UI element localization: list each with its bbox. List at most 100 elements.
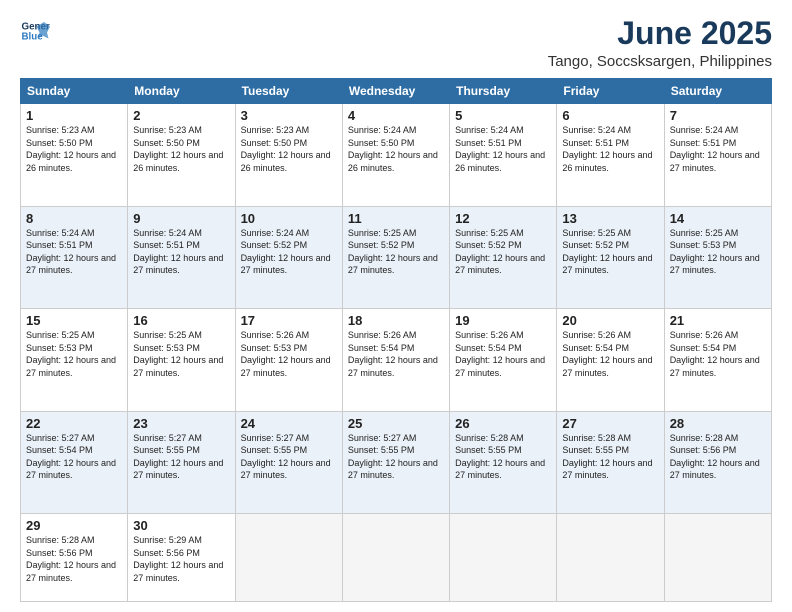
- day-info: Sunrise: 5:25 AMSunset: 5:53 PMDaylight:…: [26, 330, 116, 378]
- day-info: Sunrise: 5:28 AMSunset: 5:55 PMDaylight:…: [562, 433, 652, 481]
- day-info: Sunrise: 5:25 AMSunset: 5:53 PMDaylight:…: [670, 228, 760, 276]
- calendar-cell: 22 Sunrise: 5:27 AMSunset: 5:54 PMDaylig…: [21, 411, 128, 514]
- day-number: 6: [562, 108, 658, 123]
- header-friday: Friday: [557, 79, 664, 104]
- day-info: Sunrise: 5:24 AMSunset: 5:51 PMDaylight:…: [26, 228, 116, 276]
- day-info: Sunrise: 5:24 AMSunset: 5:51 PMDaylight:…: [670, 125, 760, 173]
- calendar-cell: 24 Sunrise: 5:27 AMSunset: 5:55 PMDaylig…: [235, 411, 342, 514]
- day-info: Sunrise: 5:24 AMSunset: 5:51 PMDaylight:…: [562, 125, 652, 173]
- day-info: Sunrise: 5:24 AMSunset: 5:51 PMDaylight:…: [133, 228, 223, 276]
- day-info: Sunrise: 5:27 AMSunset: 5:55 PMDaylight:…: [133, 433, 223, 481]
- calendar-cell: 21 Sunrise: 5:26 AMSunset: 5:54 PMDaylig…: [664, 309, 771, 412]
- day-info: Sunrise: 5:23 AMSunset: 5:50 PMDaylight:…: [26, 125, 116, 173]
- header-thursday: Thursday: [450, 79, 557, 104]
- calendar-cell: 25 Sunrise: 5:27 AMSunset: 5:55 PMDaylig…: [342, 411, 449, 514]
- calendar-cell: [235, 514, 342, 602]
- calendar-cell: [557, 514, 664, 602]
- header-monday: Monday: [128, 79, 235, 104]
- day-info: Sunrise: 5:25 AMSunset: 5:52 PMDaylight:…: [348, 228, 438, 276]
- header-saturday: Saturday: [664, 79, 771, 104]
- day-number: 26: [455, 416, 551, 431]
- day-info: Sunrise: 5:28 AMSunset: 5:55 PMDaylight:…: [455, 433, 545, 481]
- calendar-cell: 6 Sunrise: 5:24 AMSunset: 5:51 PMDayligh…: [557, 104, 664, 207]
- day-number: 18: [348, 313, 444, 328]
- day-info: Sunrise: 5:28 AMSunset: 5:56 PMDaylight:…: [26, 535, 116, 583]
- day-info: Sunrise: 5:24 AMSunset: 5:51 PMDaylight:…: [455, 125, 545, 173]
- calendar-cell: 27 Sunrise: 5:28 AMSunset: 5:55 PMDaylig…: [557, 411, 664, 514]
- subtitle: Tango, Soccsksargen, Philippines: [548, 53, 772, 70]
- calendar-cell: 13 Sunrise: 5:25 AMSunset: 5:52 PMDaylig…: [557, 206, 664, 309]
- day-info: Sunrise: 5:24 AMSunset: 5:52 PMDaylight:…: [241, 228, 331, 276]
- day-number: 7: [670, 108, 766, 123]
- calendar-cell: 18 Sunrise: 5:26 AMSunset: 5:54 PMDaylig…: [342, 309, 449, 412]
- calendar-cell: 2 Sunrise: 5:23 AMSunset: 5:50 PMDayligh…: [128, 104, 235, 207]
- calendar-cell: 29 Sunrise: 5:28 AMSunset: 5:56 PMDaylig…: [21, 514, 128, 602]
- day-number: 13: [562, 211, 658, 226]
- day-number: 3: [241, 108, 337, 123]
- day-number: 17: [241, 313, 337, 328]
- day-info: Sunrise: 5:26 AMSunset: 5:54 PMDaylight:…: [670, 330, 760, 378]
- day-number: 5: [455, 108, 551, 123]
- header: General Blue June 2025 Tango, Soccsksarg…: [20, 16, 772, 70]
- day-number: 9: [133, 211, 229, 226]
- header-wednesday: Wednesday: [342, 79, 449, 104]
- calendar-cell: 8 Sunrise: 5:24 AMSunset: 5:51 PMDayligh…: [21, 206, 128, 309]
- day-number: 21: [670, 313, 766, 328]
- calendar-cell: 26 Sunrise: 5:28 AMSunset: 5:55 PMDaylig…: [450, 411, 557, 514]
- weekday-header-row: Sunday Monday Tuesday Wednesday Thursday…: [21, 79, 772, 104]
- day-number: 29: [26, 518, 122, 533]
- calendar-week-row: 29 Sunrise: 5:28 AMSunset: 5:56 PMDaylig…: [21, 514, 772, 602]
- calendar-cell: 5 Sunrise: 5:24 AMSunset: 5:51 PMDayligh…: [450, 104, 557, 207]
- day-number: 25: [348, 416, 444, 431]
- day-number: 11: [348, 211, 444, 226]
- day-number: 23: [133, 416, 229, 431]
- day-info: Sunrise: 5:26 AMSunset: 5:54 PMDaylight:…: [455, 330, 545, 378]
- calendar-cell: 1 Sunrise: 5:23 AMSunset: 5:50 PMDayligh…: [21, 104, 128, 207]
- day-info: Sunrise: 5:29 AMSunset: 5:56 PMDaylight:…: [133, 535, 223, 583]
- day-number: 10: [241, 211, 337, 226]
- page: General Blue June 2025 Tango, Soccsksarg…: [0, 0, 792, 612]
- day-info: Sunrise: 5:27 AMSunset: 5:54 PMDaylight:…: [26, 433, 116, 481]
- calendar-cell: 19 Sunrise: 5:26 AMSunset: 5:54 PMDaylig…: [450, 309, 557, 412]
- day-number: 20: [562, 313, 658, 328]
- day-info: Sunrise: 5:25 AMSunset: 5:53 PMDaylight:…: [133, 330, 223, 378]
- day-number: 4: [348, 108, 444, 123]
- day-info: Sunrise: 5:24 AMSunset: 5:50 PMDaylight:…: [348, 125, 438, 173]
- calendar-cell: 14 Sunrise: 5:25 AMSunset: 5:53 PMDaylig…: [664, 206, 771, 309]
- day-number: 2: [133, 108, 229, 123]
- calendar-week-row: 15 Sunrise: 5:25 AMSunset: 5:53 PMDaylig…: [21, 309, 772, 412]
- day-number: 19: [455, 313, 551, 328]
- calendar-cell: [450, 514, 557, 602]
- calendar-week-row: 1 Sunrise: 5:23 AMSunset: 5:50 PMDayligh…: [21, 104, 772, 207]
- day-info: Sunrise: 5:26 AMSunset: 5:54 PMDaylight:…: [348, 330, 438, 378]
- header-tuesday: Tuesday: [235, 79, 342, 104]
- logo-icon: General Blue: [20, 16, 50, 46]
- day-number: 24: [241, 416, 337, 431]
- calendar-table: Sunday Monday Tuesday Wednesday Thursday…: [20, 78, 772, 602]
- day-number: 30: [133, 518, 229, 533]
- calendar-cell: [342, 514, 449, 602]
- calendar-cell: 16 Sunrise: 5:25 AMSunset: 5:53 PMDaylig…: [128, 309, 235, 412]
- day-info: Sunrise: 5:25 AMSunset: 5:52 PMDaylight:…: [455, 228, 545, 276]
- main-title: June 2025: [548, 16, 772, 51]
- calendar-cell: 20 Sunrise: 5:26 AMSunset: 5:54 PMDaylig…: [557, 309, 664, 412]
- calendar-cell: 4 Sunrise: 5:24 AMSunset: 5:50 PMDayligh…: [342, 104, 449, 207]
- day-number: 14: [670, 211, 766, 226]
- header-sunday: Sunday: [21, 79, 128, 104]
- calendar-cell: [664, 514, 771, 602]
- calendar-cell: 23 Sunrise: 5:27 AMSunset: 5:55 PMDaylig…: [128, 411, 235, 514]
- calendar-cell: 30 Sunrise: 5:29 AMSunset: 5:56 PMDaylig…: [128, 514, 235, 602]
- day-number: 12: [455, 211, 551, 226]
- day-number: 15: [26, 313, 122, 328]
- day-info: Sunrise: 5:27 AMSunset: 5:55 PMDaylight:…: [348, 433, 438, 481]
- calendar-cell: 12 Sunrise: 5:25 AMSunset: 5:52 PMDaylig…: [450, 206, 557, 309]
- calendar-cell: 9 Sunrise: 5:24 AMSunset: 5:51 PMDayligh…: [128, 206, 235, 309]
- calendar-cell: 3 Sunrise: 5:23 AMSunset: 5:50 PMDayligh…: [235, 104, 342, 207]
- day-number: 27: [562, 416, 658, 431]
- calendar-cell: 10 Sunrise: 5:24 AMSunset: 5:52 PMDaylig…: [235, 206, 342, 309]
- day-number: 28: [670, 416, 766, 431]
- day-info: Sunrise: 5:25 AMSunset: 5:52 PMDaylight:…: [562, 228, 652, 276]
- day-info: Sunrise: 5:26 AMSunset: 5:54 PMDaylight:…: [562, 330, 652, 378]
- logo: General Blue: [20, 16, 52, 46]
- calendar-week-row: 8 Sunrise: 5:24 AMSunset: 5:51 PMDayligh…: [21, 206, 772, 309]
